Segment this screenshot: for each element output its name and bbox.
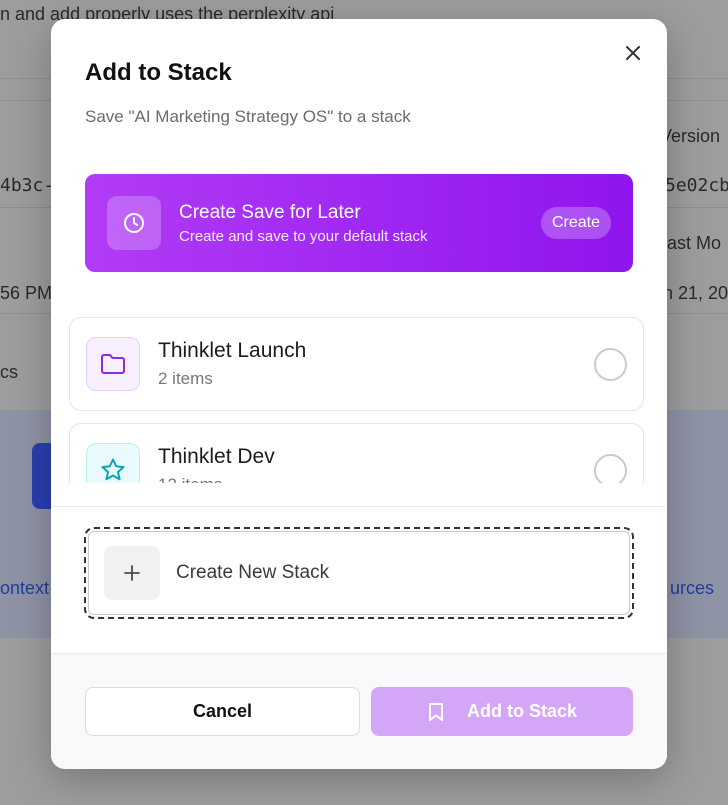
background-time: 56 PM <box>0 283 53 303</box>
stack-name: Thinklet Dev <box>158 445 275 468</box>
star-icon <box>86 443 140 483</box>
modal-title: Add to Stack <box>85 59 232 86</box>
stack-count: 2 items <box>158 369 213 388</box>
promo-subtitle: Create and save to your default stack <box>179 227 428 245</box>
close-button[interactable] <box>623 43 643 63</box>
create-new-stack-label: Create New Stack <box>176 562 330 583</box>
background-date: n 21, 20 <box>663 283 728 303</box>
add-to-stack-modal: Add to Stack Save "AI Marketing Strategy… <box>51 19 667 769</box>
stack-item-thinklet-launch[interactable]: Thinklet Launch 2 items <box>69 317 644 411</box>
background-sources-link: urces <box>670 578 715 598</box>
save-for-later-card[interactable]: Create Save for Later Create and save to… <box>85 174 633 272</box>
background-id: 4b3c- <box>0 175 55 196</box>
background-cs: cs <box>0 362 18 382</box>
stack-item-thinklet-dev[interactable]: Thinklet Dev 12 items <box>69 423 644 483</box>
add-to-stack-label: Add to Stack <box>466 701 577 721</box>
background-id: 5e02cb <box>665 175 728 196</box>
divider <box>51 506 667 507</box>
cancel-button[interactable]: Cancel <box>85 687 360 736</box>
background-last-mod-label: ast Mo <box>667 233 722 253</box>
plus-icon <box>104 546 160 600</box>
modal-subtitle: Save "AI Marketing Strategy OS" to a sta… <box>85 107 411 126</box>
stack-count: 12 items <box>158 475 594 483</box>
promo-text: Create Save for Later Create and save to… <box>179 202 541 245</box>
stack-radio[interactable] <box>594 347 627 381</box>
folder-icon <box>86 337 140 391</box>
close-icon <box>626 46 640 60</box>
stack-radio[interactable] <box>594 453 627 483</box>
stack-info: Thinklet Launch 2 items <box>158 339 594 389</box>
background-version-label: Version <box>660 126 721 146</box>
stack-name: Thinklet Launch <box>158 339 307 362</box>
create-new-stack-button[interactable]: Create New Stack <box>84 527 634 619</box>
background-context-link: ontext <box>0 578 50 598</box>
promo-title: Create Save for Later <box>179 201 361 223</box>
add-to-stack-button[interactable]: Add to Stack <box>371 687 633 736</box>
stack-list[interactable]: Thinklet Launch 2 items Thinklet Dev 12 … <box>69 317 645 483</box>
stack-info: Thinklet Dev 12 items <box>158 445 594 483</box>
bookmark-icon <box>428 702 443 721</box>
create-button[interactable]: Create <box>540 207 611 239</box>
modal-footer: Cancel Add to Stack <box>51 653 667 769</box>
clock-icon <box>107 196 161 250</box>
